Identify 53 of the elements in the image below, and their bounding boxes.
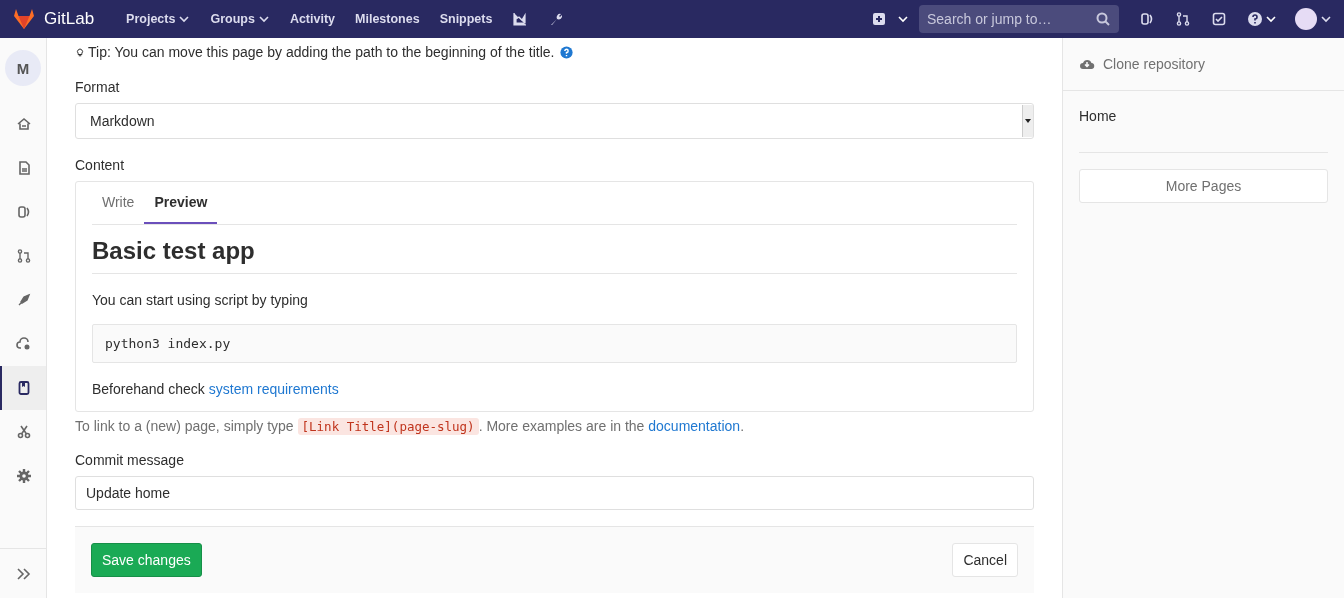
preview-paragraph: Beforehand check system requirements <box>92 381 340 397</box>
home-icon <box>16 116 32 132</box>
nav-link[interactable]: Groups <box>200 0 280 38</box>
help-icon <box>560 45 574 59</box>
field-label: Commit message <box>75 452 185 468</box>
caret-icon <box>257 13 270 25</box>
todo-icon <box>1211 11 1227 27</box>
merge-request-icon <box>1175 11 1191 27</box>
caret-icon <box>1024 117 1032 125</box>
preview-heading: Basic test app <box>92 237 1017 274</box>
cloud-gear-icon <box>16 336 32 352</box>
caret-icon <box>897 13 909 25</box>
editor-tab[interactable]: Write <box>92 182 145 224</box>
nav-link[interactable]: Milestones <box>345 0 430 38</box>
lightbulb-icon <box>75 45 85 59</box>
commit-message-field[interactable]: Update home <box>75 476 1034 510</box>
book-icon <box>16 380 32 396</box>
help-text: To link to a (new) page, simply type [Link Title](page-slug) . More examples are in the documentation. <box>75 418 745 434</box>
tip-text: Tip: You can move this page by adding the path to the beginning of the title. <box>88 44 555 60</box>
caret-icon <box>1320 13 1332 25</box>
issues-icon <box>16 204 32 220</box>
file-icon <box>16 160 32 176</box>
gitlab-logo-icon <box>12 7 36 31</box>
caret-icon <box>178 13 191 25</box>
scissors-icon <box>16 424 32 440</box>
requirements-link[interactable]: system requirements <box>208 381 339 397</box>
double-chevron-icon <box>15 565 31 582</box>
nav-link[interactable]: Projects <box>116 0 201 38</box>
clone-repository-button[interactable]: Clone repository <box>1063 38 1344 91</box>
merge-request-icon <box>16 248 32 264</box>
wiki-page-link[interactable]: Home <box>1079 108 1328 152</box>
nav-link[interactable]: Snippets <box>429 0 503 38</box>
search-icon <box>1095 11 1111 27</box>
field-label: Content <box>75 157 126 173</box>
help-icon <box>1247 11 1263 27</box>
plus-icon <box>871 11 887 27</box>
sidebar-item[interactable] <box>0 366 46 410</box>
editor-tab[interactable]: Preview <box>144 182 218 224</box>
documentation-link[interactable]: documentation <box>648 418 741 434</box>
project-avatar[interactable]: M <box>5 50 41 86</box>
preview-paragraph: You can start using script by typing <box>92 292 309 308</box>
field-label: Format <box>75 79 121 95</box>
cancel-button[interactable]: Cancel <box>952 543 1018 577</box>
code-block: python3 index.py <box>92 324 1017 363</box>
settings-icon <box>16 468 32 484</box>
search-field[interactable]: Search or jump to… <box>919 5 1119 33</box>
nav-link[interactable]: Activity <box>279 0 346 38</box>
format-select[interactable]: Markdown <box>75 103 1034 139</box>
issues-icon <box>1139 11 1155 27</box>
more-pages-button[interactable]: More Pages <box>1079 169 1328 203</box>
caret-icon <box>1265 13 1277 25</box>
logo-text[interactable]: GitLab <box>44 9 95 29</box>
user-avatar[interactable] <box>1295 8 1317 30</box>
